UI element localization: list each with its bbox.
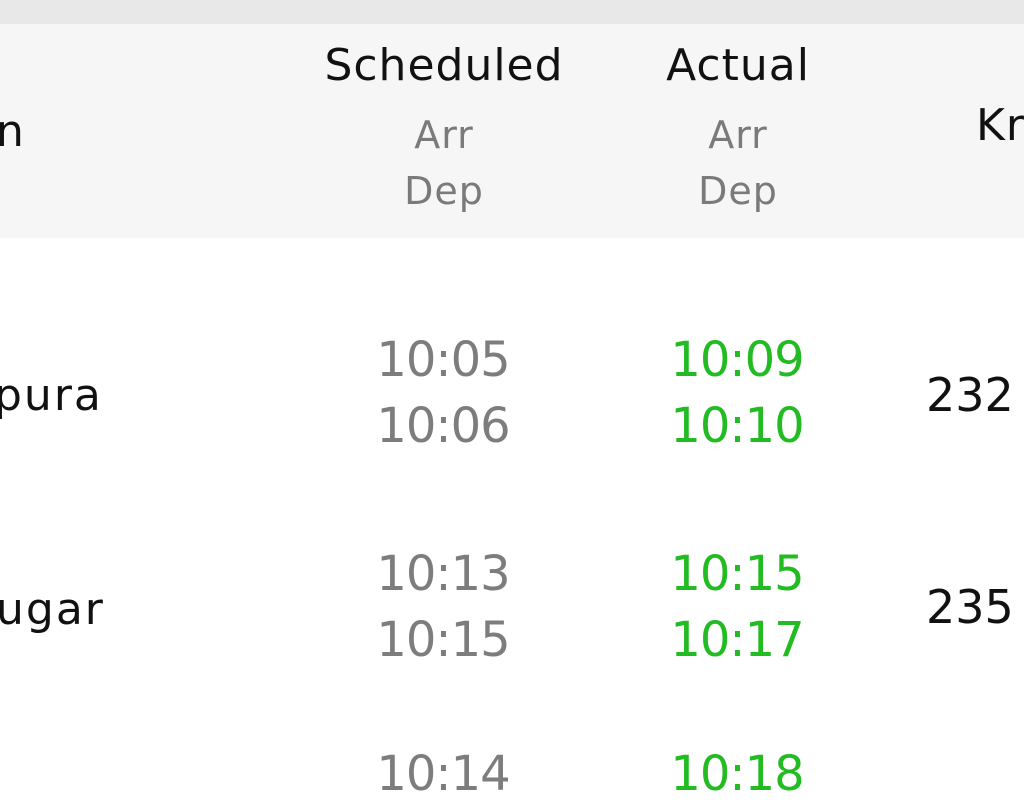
actual-arrival: 10:15 xyxy=(670,546,804,602)
scheduled-arrival: 10:13 xyxy=(376,546,510,602)
scheduled-arrival: 10:05 xyxy=(376,332,510,388)
km-column-header: Kr xyxy=(976,100,1024,151)
actual-departure: 10:10 xyxy=(670,398,804,454)
top-bar xyxy=(0,0,1024,24)
distance-km: 232 xyxy=(926,368,1014,422)
scheduled-arrival: 10:14 xyxy=(376,746,510,802)
actual-arrival: 10:09 xyxy=(670,332,804,388)
actual-departure: 10:17 xyxy=(670,612,804,668)
scheduled-departure: 10:15 xyxy=(376,612,510,668)
schedule-table-header: n Scheduled Arr Dep Actual Arr Dep Kr xyxy=(0,24,1024,238)
scheduled-departure: 10:06 xyxy=(376,398,510,454)
actual-column-header: Actual xyxy=(666,40,810,91)
distance-km: 235 xyxy=(926,580,1014,634)
station-name: ugar xyxy=(0,584,105,635)
scheduled-column-header: Scheduled xyxy=(324,40,564,91)
actual-dep-subheader: Dep xyxy=(698,169,778,213)
scheduled-dep-subheader: Dep xyxy=(404,169,484,213)
actual-arrival: 10:18 xyxy=(670,746,804,802)
station-name: pura xyxy=(0,370,103,421)
scheduled-arr-subheader: Arr xyxy=(414,113,474,157)
station-column-header: n xyxy=(0,106,25,157)
actual-arr-subheader: Arr xyxy=(708,113,768,157)
